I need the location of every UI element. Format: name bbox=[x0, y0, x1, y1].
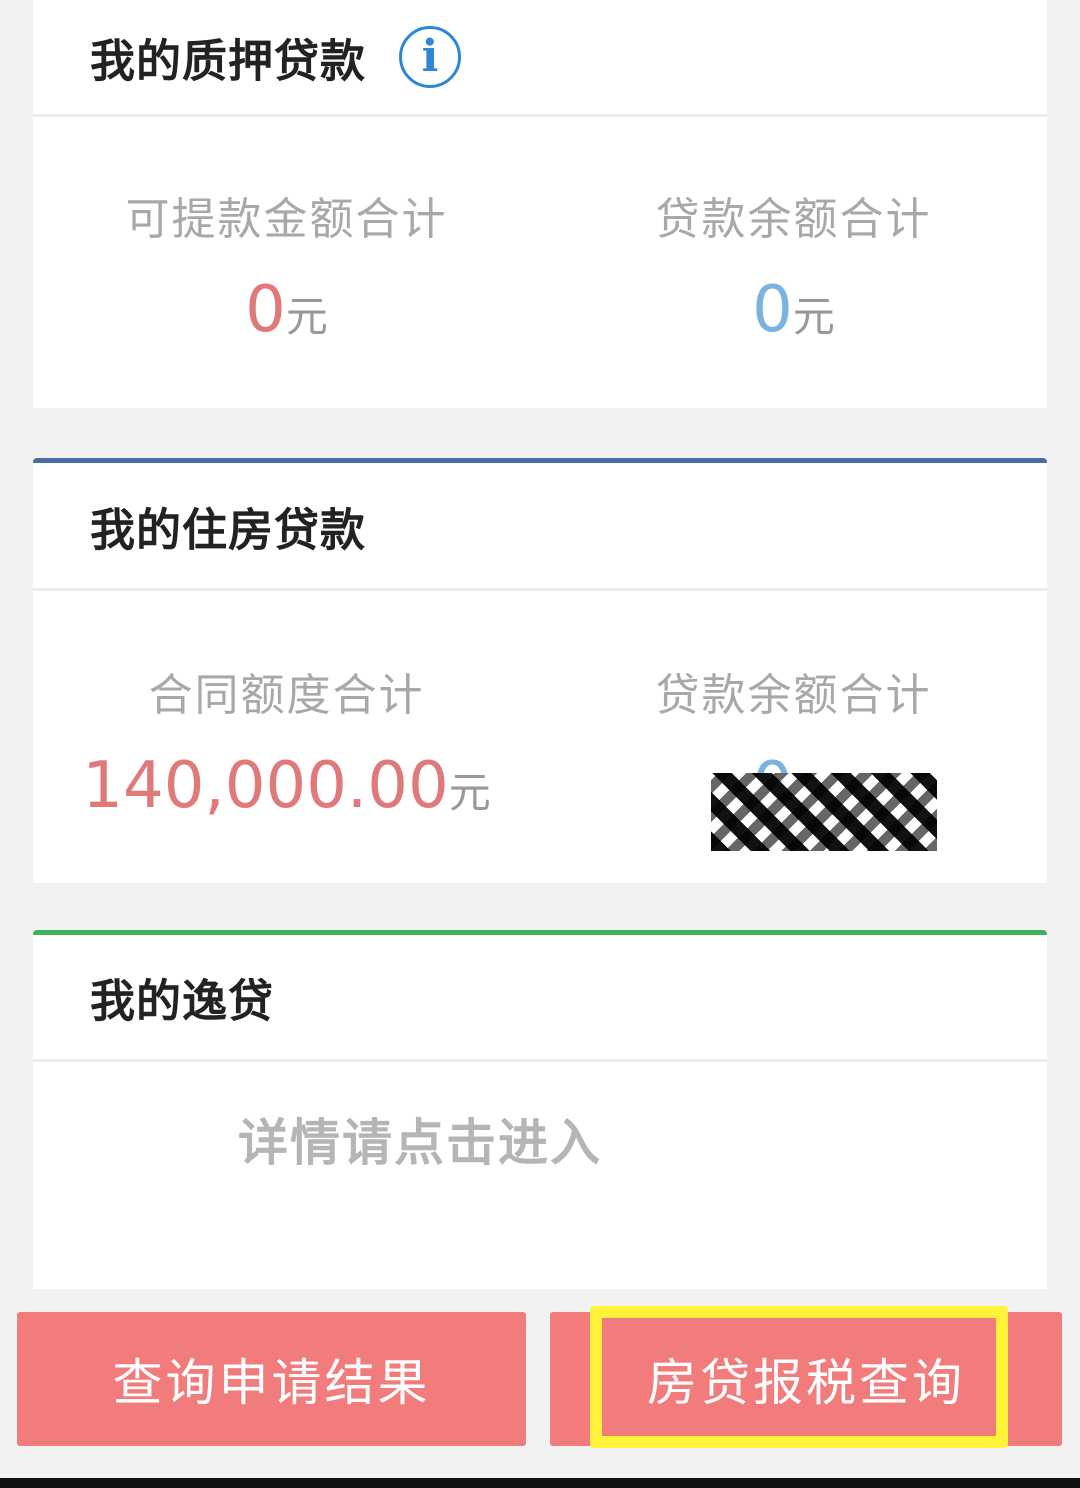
housing-loan-header: 我的住房贷款 bbox=[33, 463, 1047, 591]
pledge-balance-value: 0 bbox=[752, 273, 793, 347]
contract-unit: 元 bbox=[448, 768, 491, 817]
contract-label: 合同额度合计 bbox=[148, 670, 425, 721]
contract-value: 140,000.00 bbox=[82, 749, 449, 823]
redaction-mosaic bbox=[711, 773, 937, 851]
bottom-bar bbox=[0, 1478, 1080, 1488]
easy-loan-title: 我的逸贷 bbox=[90, 974, 275, 1028]
info-icon[interactable]: i bbox=[399, 26, 461, 88]
pledge-loan-title: 我的质押贷款 bbox=[90, 34, 367, 88]
housing-balance-label: 贷款余额合计 bbox=[655, 670, 932, 721]
pledge-balance-unit: 元 bbox=[792, 292, 835, 341]
withdrawable-label: 可提款金额合计 bbox=[125, 194, 448, 245]
easy-loan-header: 我的逸贷 bbox=[33, 935, 1047, 1062]
housing-loan-card[interactable]: 我的住房贷款 合同额度合计 140,000.00元 贷款余额合计 0元 bbox=[33, 458, 1047, 883]
pledge-loan-header: 我的质押贷款 i bbox=[33, 0, 1047, 117]
withdrawable-total: 可提款金额合计 0元 bbox=[33, 183, 540, 347]
pledge-loan-card: 我的质押贷款 i 可提款金额合计 0元 贷款余额合计 0元 bbox=[33, 0, 1047, 408]
query-result-button[interactable]: 查询申请结果 bbox=[17, 1312, 526, 1446]
pledge-balance-total: 贷款余额合计 0元 bbox=[540, 183, 1047, 347]
pledge-balance-label: 贷款余额合计 bbox=[655, 194, 932, 245]
withdrawable-value: 0 bbox=[245, 273, 286, 347]
withdrawable-unit: 元 bbox=[285, 292, 328, 341]
easy-loan-hint[interactable]: 详情请点击进入 bbox=[238, 1103, 602, 1175]
highlight-frame bbox=[590, 1306, 1008, 1448]
contract-total: 合同额度合计 140,000.00元 bbox=[33, 659, 540, 823]
housing-loan-title: 我的住房贷款 bbox=[90, 503, 367, 556]
easy-loan-card[interactable]: 我的逸贷 详情请点击进入 bbox=[33, 930, 1047, 1289]
